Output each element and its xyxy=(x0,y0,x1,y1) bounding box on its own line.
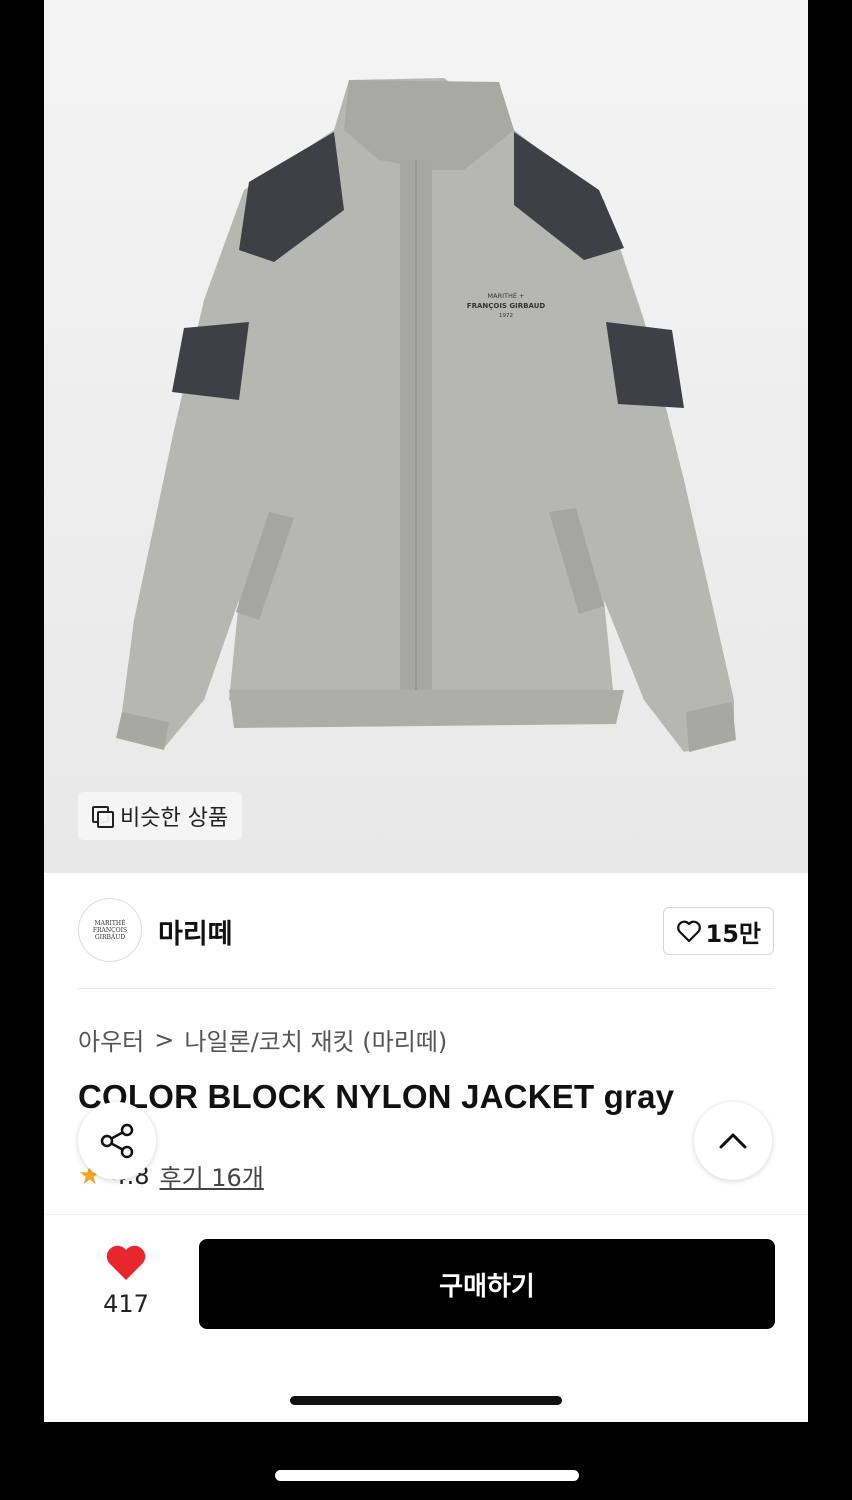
product-title: COLOR BLOCK NYLON JACKET gray xyxy=(78,1078,675,1115)
jacket-print-line3: 1972 xyxy=(499,313,513,319)
scroll-top-button[interactable] xyxy=(694,1102,772,1180)
jacket-print-line1: MARITHÉ + xyxy=(488,291,525,300)
heart-filled-icon xyxy=(106,1245,146,1280)
share-icon xyxy=(100,1123,134,1159)
review-link[interactable]: 후기 16개 xyxy=(159,1158,263,1193)
product-image[interactable]: MARITHÉ + FRANÇOIS GIRBAUD 1972 비슷한 상품 xyxy=(44,0,808,873)
chevron-up-icon xyxy=(719,1133,747,1149)
brand-logo-line1: MARITHÉ xyxy=(94,919,126,927)
brand-logo-line2: FRANÇOIS xyxy=(92,926,128,934)
buy-button[interactable]: 구매하기 xyxy=(199,1239,775,1329)
brand-like-count: 15만 xyxy=(705,919,761,948)
similar-products-button[interactable]: 비슷한 상품 xyxy=(78,792,243,840)
device-home-indicator[interactable] xyxy=(275,1470,579,1481)
chevron-right-icon: > xyxy=(154,1025,175,1054)
brand-like-button[interactable]: 15만 xyxy=(662,907,774,955)
brand-logo-line3: GIRBAUD xyxy=(94,933,126,941)
heart-outline-icon xyxy=(676,920,701,943)
jacket-illustration: MARITHÉ + FRANÇOIS GIRBAUD 1972 xyxy=(116,78,736,752)
wishlist-count: 417 xyxy=(103,1290,149,1318)
share-button[interactable] xyxy=(78,1102,156,1180)
breadcrumb-category[interactable]: 아우터 xyxy=(78,1022,144,1057)
wishlist-button[interactable]: 417 xyxy=(100,1242,152,1318)
home-indicator[interactable] xyxy=(290,1396,562,1405)
jacket-print-line2: FRANÇOIS GIRBAUD xyxy=(467,302,546,310)
divider xyxy=(78,988,774,989)
brand-name[interactable]: 마리떼 xyxy=(158,912,233,951)
breadcrumb-subcategory[interactable]: 나일론/코치 재킷 (마리떼) xyxy=(184,1022,447,1057)
brand-logo[interactable]: MARITHÉ FRANÇOIS GIRBAUD xyxy=(78,898,142,962)
divider xyxy=(44,1214,808,1215)
product-screen: MARITHÉ + FRANÇOIS GIRBAUD 1972 비슷한 상품 M… xyxy=(44,0,808,1422)
similar-products-label: 비슷한 상품 xyxy=(120,806,229,831)
brand-row: MARITHÉ FRANÇOIS GIRBAUD 마리떼 15만 xyxy=(78,898,774,964)
similar-items-icon xyxy=(92,806,114,828)
breadcrumb: 아우터 > 나일론/코치 재킷 (마리떼) xyxy=(78,1022,447,1057)
